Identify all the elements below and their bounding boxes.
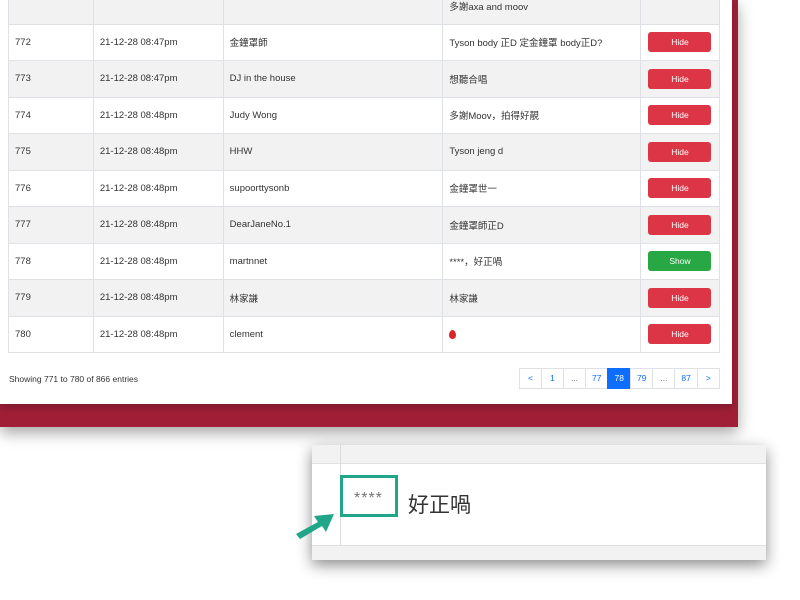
row-message: Tyson body 正D 定金鐘罩 body正D? — [442, 23, 641, 61]
row-name: Judy Wong — [222, 96, 444, 134]
row-id — [8, 0, 94, 25]
row-id: 778 — [8, 242, 94, 280]
row-name: martnnet — [222, 242, 444, 280]
hide-button[interactable]: Hide — [648, 68, 712, 89]
row-message — [442, 315, 641, 353]
hide-button[interactable]: Hide — [648, 32, 712, 53]
row-message: 想聽合唱 — [442, 60, 641, 98]
row-action: Hide — [639, 96, 721, 134]
page-77[interactable]: 77 — [585, 368, 609, 389]
row-time: 21-12-28 08:47pm — [92, 23, 224, 61]
row-action: Hide — [639, 169, 721, 207]
row-action: Show — [639, 242, 721, 280]
page-ellipsis: ... — [563, 368, 586, 389]
row-id: 779 — [8, 279, 94, 317]
hide-button[interactable]: Hide — [648, 324, 712, 345]
show-button[interactable]: Show — [648, 251, 712, 272]
fire-emoji-icon — [449, 329, 457, 339]
table-row: 775 21-12-28 08:48pm HHW Tyson jeng d Hide — [8, 133, 721, 171]
table-row: 780 21-12-28 08:48pm clement Hide — [8, 315, 721, 353]
table-row: 777 21-12-28 08:48pm DearJaneNo.1 金鐘罩師正D Hid… — [8, 206, 721, 244]
hide-button[interactable]: Hide — [648, 141, 712, 162]
entries-info: Showing 771 to 780 of 866 entries — [9, 374, 139, 384]
row-message: 多謝Moov，拍得好靚 — [442, 96, 641, 134]
row-action: Hide — [639, 60, 721, 98]
row-time — [92, 0, 224, 25]
row-name: 金鐘罩師 — [222, 23, 444, 61]
page-78[interactable]: 78 — [607, 368, 631, 389]
row-action — [639, 0, 721, 25]
row-name: DJ in the house — [222, 60, 444, 98]
row-name: DearJaneNo.1 — [222, 206, 444, 244]
row-name — [222, 0, 444, 25]
table-row: 772 21-12-28 08:47pm 金鐘罩師 Tyson body 正D 定金鐘… — [8, 23, 721, 61]
row-name: supoorttysonb — [222, 169, 444, 207]
row-message: 金鐘罩師正D — [442, 206, 641, 244]
table-row: 779 21-12-28 08:48pm 林家謙 林家謙 Hide — [8, 279, 721, 317]
highlight-box — [340, 475, 398, 517]
hide-button[interactable]: Hide — [648, 105, 712, 126]
table-row: 776 21-12-28 08:48pm supoorttysonb 金鐘罩世一 Hid… — [8, 169, 721, 207]
row-id: 773 — [8, 60, 94, 98]
row-action: Hide — [639, 23, 721, 61]
row-time: 21-12-28 08:48pm — [92, 315, 224, 353]
previous-page-button[interactable]: < — [519, 368, 542, 389]
zoom-row-bottom — [312, 545, 766, 560]
page-79[interactable]: 79 — [629, 368, 654, 389]
table-row: 773 21-12-28 08:47pm DJ in the house 想聽合唱 Hi… — [8, 60, 721, 98]
row-message: Tyson jeng d — [442, 133, 641, 171]
row-message: 金鐘罩世一 — [442, 169, 641, 207]
row-name: HHW — [222, 133, 444, 171]
row-message: 林家謙 — [442, 279, 641, 317]
row-time: 21-12-28 08:48pm — [92, 169, 224, 207]
row-id: 772 — [8, 23, 94, 61]
row-id: 777 — [8, 206, 94, 244]
row-message: 多謝axa and moov — [442, 0, 641, 25]
table-row: 多謝axa and moov — [8, 0, 721, 25]
hide-button[interactable]: Hide — [648, 178, 712, 199]
zoom-message-text: 好正喎 — [408, 493, 471, 517]
page-1[interactable]: 1 — [541, 368, 564, 389]
table-row: 774 21-12-28 08:48pm Judy Wong 多謝Moov，拍得好靚 H… — [8, 96, 721, 134]
row-time: 21-12-28 08:48pm — [92, 96, 224, 134]
row-time: 21-12-28 08:47pm — [92, 60, 224, 98]
comments-table: 多謝axa and moov 772 21-12-28 08:47pm 金鐘罩師 Tys… — [8, 0, 721, 353]
row-message: ****，好正喎 — [442, 242, 641, 280]
page-87[interactable]: 87 — [674, 368, 698, 389]
row-id: 774 — [8, 96, 94, 134]
row-time: 21-12-28 08:48pm — [92, 206, 224, 244]
page-ellipsis: ... — [652, 368, 676, 389]
next-page-button[interactable]: > — [696, 368, 720, 389]
row-action: Hide — [639, 279, 721, 317]
row-action: Hide — [639, 206, 721, 244]
zoom-row-top — [312, 445, 766, 464]
pagination: <1... 77 78 79... 87 > — [519, 368, 720, 389]
row-id: 776 — [8, 169, 94, 207]
row-action: Hide — [639, 133, 721, 171]
row-time: 21-12-28 08:48pm — [92, 279, 224, 317]
row-name: clement — [222, 315, 444, 353]
row-id: 775 — [8, 133, 94, 171]
table-row: 778 21-12-28 08:48pm martnnet ****，好正喎 Show — [8, 242, 721, 280]
row-action: Hide — [639, 315, 721, 353]
comments-card: 多謝axa and moov 772 21-12-28 08:47pm 金鐘罩師 Tys… — [0, 0, 732, 404]
hide-button[interactable]: Hide — [648, 214, 712, 235]
row-name: 林家謙 — [222, 279, 444, 317]
row-time: 21-12-28 08:48pm — [92, 242, 224, 280]
row-id: 780 — [8, 315, 94, 353]
hide-button[interactable]: Hide — [648, 287, 712, 308]
pointer-arrow-icon — [296, 514, 334, 539]
row-time: 21-12-28 08:48pm — [92, 133, 224, 171]
